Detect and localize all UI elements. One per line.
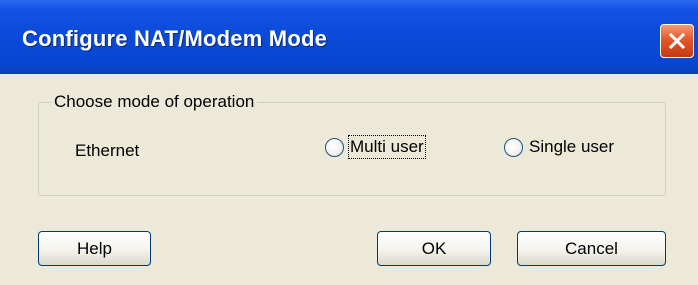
groupbox-legend: Choose mode of operation <box>51 92 258 112</box>
help-button[interactable]: Help <box>38 231 151 266</box>
title-bar[interactable]: Configure NAT/Modem Mode <box>0 0 698 74</box>
close-icon <box>668 32 686 50</box>
single-user-label: Single user <box>529 137 615 156</box>
close-button[interactable] <box>660 24 694 58</box>
cancel-button[interactable]: Cancel <box>517 231 666 266</box>
mode-groupbox: Choose mode of operation Ethernet Multi … <box>38 92 666 196</box>
multi-user-label: Multi user <box>348 135 426 159</box>
ok-button[interactable]: OK <box>377 231 491 266</box>
single-user-radio[interactable]: Single user <box>504 137 614 157</box>
radio-circle-icon <box>325 137 344 157</box>
dialog-body: Choose mode of operation Ethernet Multi … <box>0 74 698 285</box>
multi-user-radio[interactable]: Multi user <box>325 135 426 159</box>
ethernet-label: Ethernet <box>75 141 140 160</box>
dialog-window: Configure NAT/Modem Mode Choose mode of … <box>0 0 698 285</box>
radio-circle-icon <box>504 137 523 157</box>
window-title: Configure NAT/Modem Mode <box>22 26 328 51</box>
